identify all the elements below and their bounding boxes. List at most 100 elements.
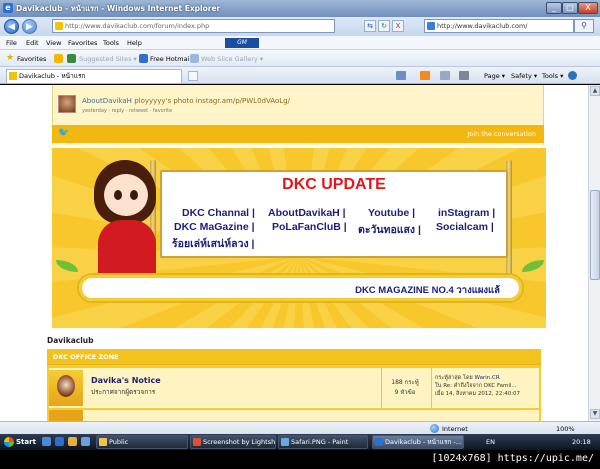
feeds-icon[interactable] — [420, 71, 430, 80]
link-roi-leh-saneh-luang[interactable]: ร้อยเล่ห์เสน่ห์ลวง | — [172, 235, 254, 252]
explorer-quicklaunch-icon[interactable] — [81, 437, 90, 446]
taskbar-item-paint[interactable]: Safari.PNG - Paint — [278, 435, 368, 449]
board-thumbnail — [49, 410, 83, 421]
ie-icon: e — [3, 3, 13, 13]
minimize-button[interactable]: _ — [546, 2, 562, 14]
board-stats: 188 กระทู้ 9 หัวข้อ — [387, 377, 423, 397]
tab-davikaclub[interactable]: Davikaclub - หน้าแรก — [6, 69, 182, 83]
taskbar-item-public[interactable]: Public — [96, 435, 188, 449]
cartoon-girl-illustration — [88, 160, 168, 280]
add-favorite-icon[interactable] — [54, 54, 63, 63]
last-post-topic[interactable]: ใน Re: คำถึงใจจาก DKC Famil... — [435, 382, 520, 390]
stop-icon[interactable]: X — [392, 20, 404, 32]
internet-zone-icon — [430, 424, 439, 433]
taskbar-item-ie[interactable]: Davikaclub - หน้าแรก -... — [372, 435, 464, 449]
link-dkc-channal[interactable]: DKC Channal | — [182, 207, 255, 219]
link-tawan-tor-saeng[interactable]: ตะวันทอแสง | — [358, 221, 421, 238]
language-indicator[interactable]: EN — [486, 438, 495, 446]
help-icon[interactable] — [568, 71, 577, 80]
print-icon[interactable] — [459, 71, 469, 80]
link-socialcam[interactable]: Socialcam | — [436, 221, 494, 233]
security-zone[interactable]: Internet — [442, 425, 468, 433]
join-conversation-link[interactable]: Join the conversation — [467, 130, 536, 138]
safety-menu[interactable]: Safety ▾ — [511, 72, 537, 80]
tools-menu[interactable]: Tools ▾ — [542, 72, 563, 80]
window-title: Davikaclub - หน้าแรก - Windows Internet … — [16, 4, 221, 13]
taskbar-item-screenshot[interactable]: Screenshot by Lightsh... — [190, 435, 276, 449]
taskbar-item-label: Davikaclub - หน้าแรก -... — [385, 438, 462, 446]
address-bar[interactable]: http://www.davikaclub.com/forum/index.ph… — [52, 19, 335, 33]
read-mail-icon[interactable] — [440, 71, 450, 80]
home-icon[interactable] — [396, 71, 406, 80]
magazine-banner[interactable]: DKC MAGAZINE NO.4 วางแผงแล้ — [77, 273, 524, 303]
menu-help[interactable]: Help — [127, 39, 142, 47]
forward-button[interactable]: ▶ — [22, 19, 37, 34]
show-desktop-icon[interactable] — [42, 437, 51, 446]
web-slice-gallery-link[interactable]: Web Slice Gallery ▾ — [201, 55, 263, 63]
page-menu[interactable]: Page ▾ — [484, 72, 505, 80]
zoom-level[interactable]: 100% — [556, 425, 575, 433]
taskbar-item-label: Safari.PNG - Paint — [291, 438, 349, 446]
search-value: http://www.davikaclub.com/ — [437, 22, 528, 30]
ie-quicklaunch-icon[interactable] — [55, 437, 64, 446]
board-topics: 9 หัวข้อ — [394, 389, 416, 396]
scroll-thumb[interactable] — [590, 190, 600, 280]
category-title[interactable]: Davikaclub — [47, 336, 94, 345]
last-post-prefix: กระทู้ล่าสุด โดย — [435, 375, 473, 381]
clock[interactable]: 20:18 — [572, 438, 591, 446]
search-icon[interactable]: ⚲ — [574, 19, 594, 33]
menu-edit[interactable]: Edit — [26, 39, 39, 47]
menu-view[interactable]: View — [46, 39, 61, 47]
update-board: DKC UPDATE DKC Channal | AboutDavikaH | … — [160, 170, 508, 258]
image-caption: [1024x768] https://upic.me/ — [431, 453, 594, 464]
link-polafanclub[interactable]: PoLaFanCluB | — [272, 221, 347, 233]
compat-view-icon[interactable]: ⇆ — [364, 20, 376, 32]
forum-board-row: Davika's Notice ประกาศจากผู้ตรวจการ 188 … — [49, 368, 539, 408]
maximize-button[interactable]: □ — [562, 2, 578, 14]
tweet-link[interactable]: instagr.am/p/PWL0dVAoLg/ — [196, 97, 290, 105]
scroll-up-arrow[interactable]: ▲ — [590, 86, 600, 96]
close-button[interactable]: X — [578, 2, 598, 14]
tweet-text: AboutDavikaH ployyyyy's photo instagr.am… — [82, 97, 290, 105]
last-post-author[interactable]: Warin.CR — [475, 375, 500, 381]
tweet-user-link[interactable]: AboutDavikaH — [82, 97, 132, 105]
suggested-sites-link[interactable]: Suggested Sites ▾ — [79, 55, 137, 63]
tab-favicon — [9, 72, 17, 80]
link-aboutdavikah[interactable]: AboutDavikaH | — [268, 207, 346, 219]
forum-board-row-partial — [49, 410, 539, 421]
menu-bar: File Edit View Favorites Tools Help GM — [0, 36, 600, 50]
menu-favorites[interactable]: Favorites — [68, 39, 97, 47]
status-bar: Internet 100% — [0, 421, 600, 434]
board-posts: 188 กระทู้ — [391, 379, 419, 386]
start-button[interactable]: Start — [2, 435, 40, 449]
favorites-bar: ★ Favorites Suggested Sites ▾ Free Hotma… — [0, 50, 600, 67]
ie-icon — [375, 438, 383, 446]
tab-label: Davikaclub - หน้าแรก — [19, 72, 86, 80]
link-dkc-magazine[interactable]: DKC MaGazine | — [174, 221, 255, 233]
new-tab-button[interactable] — [188, 71, 198, 81]
zone-title[interactable]: DKC OFFICE ZONE — [53, 353, 119, 361]
navigation-bar: ◀ ▶ http://www.davikaclub.com/forum/inde… — [0, 17, 600, 36]
twitter-footer: 🐦 Join the conversation — [52, 125, 544, 143]
last-post-info: กระทู้ล่าสุด โดย Warin.CR ใน Re: คำถึงใจ… — [435, 374, 520, 398]
link-instagram[interactable]: inStagram | — [438, 207, 495, 219]
hotmail-icon — [139, 54, 148, 63]
free-hotmail-link[interactable]: Free Hotmail — [150, 55, 191, 63]
search-input[interactable]: http://www.davikaclub.com/ — [424, 19, 574, 33]
board-name[interactable]: Davika's Notice — [91, 376, 161, 385]
favorites-star-icon: ★ — [6, 53, 15, 63]
scroll-down-arrow[interactable]: ▼ — [590, 409, 600, 419]
address-url: http://www.davikaclub.com/forum/index.ph… — [65, 22, 210, 30]
link-youtube[interactable]: Youtube | — [368, 207, 415, 219]
web-slice-icon — [190, 54, 199, 63]
magazine-text: DKC MAGAZINE NO.4 วางแผงแล้ — [355, 285, 500, 296]
tweet-actions[interactable]: yesterday · reply · retweet · favorite — [82, 108, 172, 114]
menu-file[interactable]: File — [6, 39, 17, 47]
chrome-quicklaunch-icon[interactable] — [68, 437, 77, 446]
vertical-scrollbar[interactable]: ▲ ▼ — [588, 85, 600, 421]
favorites-button[interactable]: Favorites — [17, 55, 46, 63]
tweet-avatar[interactable] — [58, 95, 76, 113]
back-button[interactable]: ◀ — [4, 19, 19, 34]
menu-tools[interactable]: Tools — [103, 39, 119, 47]
refresh-icon[interactable]: ↻ — [378, 20, 390, 32]
